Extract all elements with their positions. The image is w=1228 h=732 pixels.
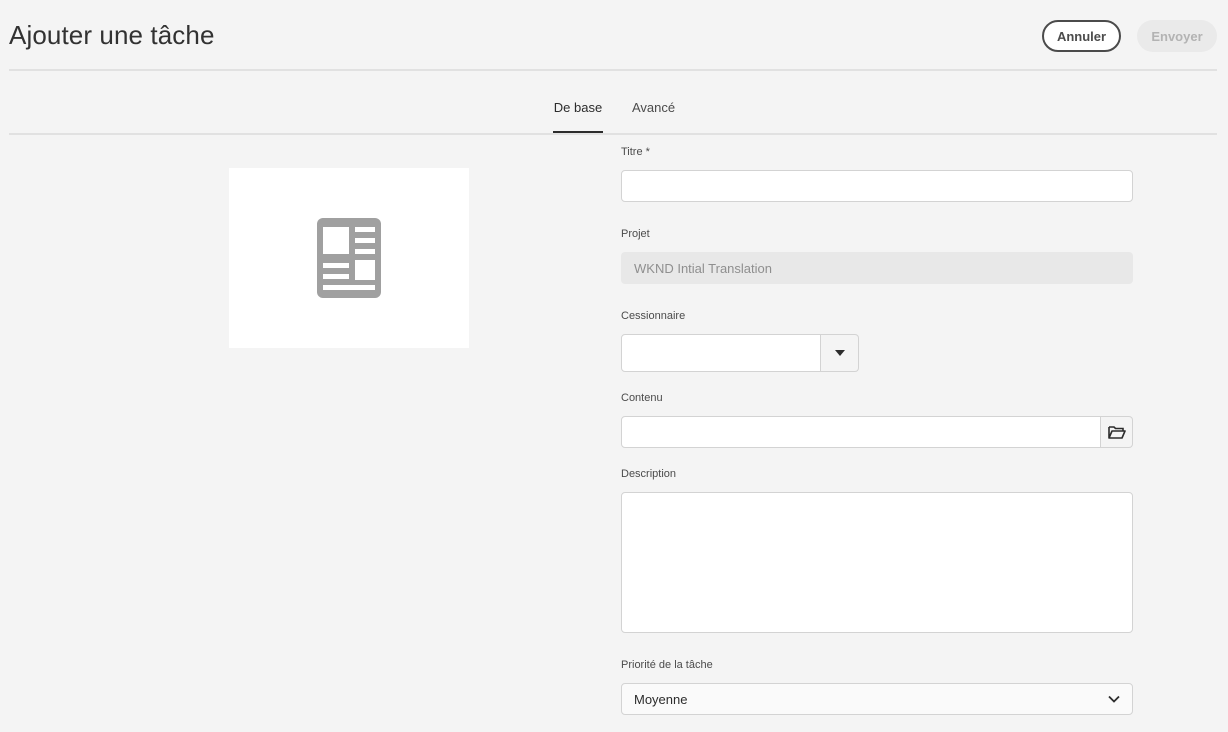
tab-bar: De base Avancé xyxy=(9,90,1217,135)
content-label: Contenu xyxy=(621,392,663,404)
assignee-input[interactable] xyxy=(621,334,821,372)
assignee-dropdown-button[interactable] xyxy=(821,334,859,372)
content-path-input[interactable] xyxy=(621,416,1101,448)
tab-advanced[interactable]: Avancé xyxy=(632,100,675,133)
caret-down-icon xyxy=(834,350,845,356)
browse-content-button[interactable] xyxy=(1101,416,1133,448)
chevron-down-icon xyxy=(1108,695,1120,703)
folder-open-icon xyxy=(1107,426,1126,439)
priority-select[interactable]: Moyenne xyxy=(621,683,1133,715)
document-icon xyxy=(317,218,381,298)
assignee-label: Cessionnaire xyxy=(621,310,686,322)
tab-basic[interactable]: De base xyxy=(553,100,603,133)
page-title: Ajouter une tâche xyxy=(9,20,215,50)
title-label: Titre * xyxy=(621,146,650,158)
priority-label: Priorité de la tâche xyxy=(621,659,713,671)
project-label: Projet xyxy=(621,228,650,240)
priority-selected-value: Moyenne xyxy=(634,691,688,707)
project-field: WKND Intial Translation xyxy=(621,252,1133,284)
task-thumbnail xyxy=(229,168,469,348)
send-button[interactable]: Envoyer xyxy=(1137,20,1217,52)
page-header: Ajouter une tâche Annuler Envoyer xyxy=(9,0,1217,71)
title-input[interactable] xyxy=(621,170,1133,202)
cancel-button[interactable]: Annuler xyxy=(1042,20,1121,52)
description-textarea[interactable] xyxy=(621,492,1133,633)
description-label: Description xyxy=(621,468,677,480)
